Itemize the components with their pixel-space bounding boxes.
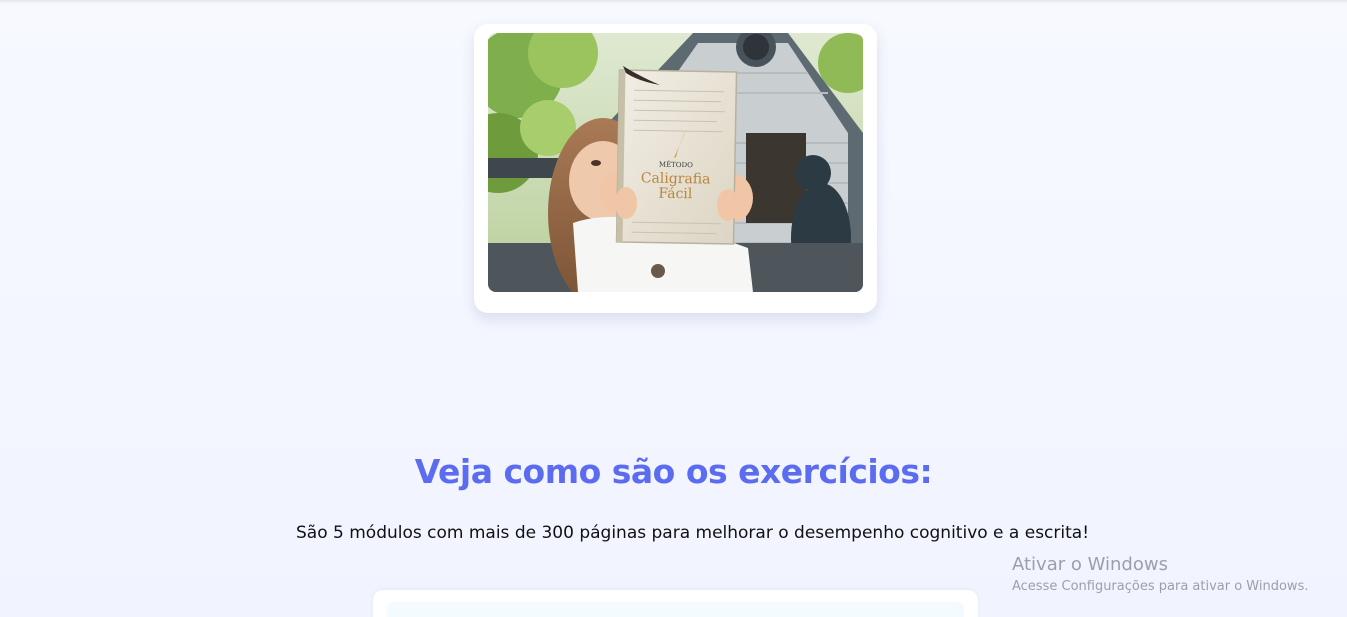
section-subtitle: São 5 módulos com mais de 300 páginas pa… [296, 523, 1090, 543]
exercise-preview-image [387, 602, 964, 617]
book-title-line2: Fácil [658, 186, 693, 203]
top-shadow [0, 0, 1347, 4]
hero-product-photo: MÉTODO Caligrafia Fácil [488, 33, 863, 292]
watermark-title: Ativar o Windows [1012, 554, 1168, 575]
book-label-small: MÉTODO [659, 160, 693, 170]
section-title: Veja como são os exercícios: [414, 452, 933, 491]
hero-image-card: MÉTODO Caligrafia Fácil [474, 24, 877, 313]
windows-activation-watermark: Ativar o Windows Acesse Configurações pa… [1012, 554, 1308, 594]
exercise-preview-card [373, 590, 978, 617]
watermark-subtitle: Acesse Configurações para ativar o Windo… [1012, 579, 1309, 594]
